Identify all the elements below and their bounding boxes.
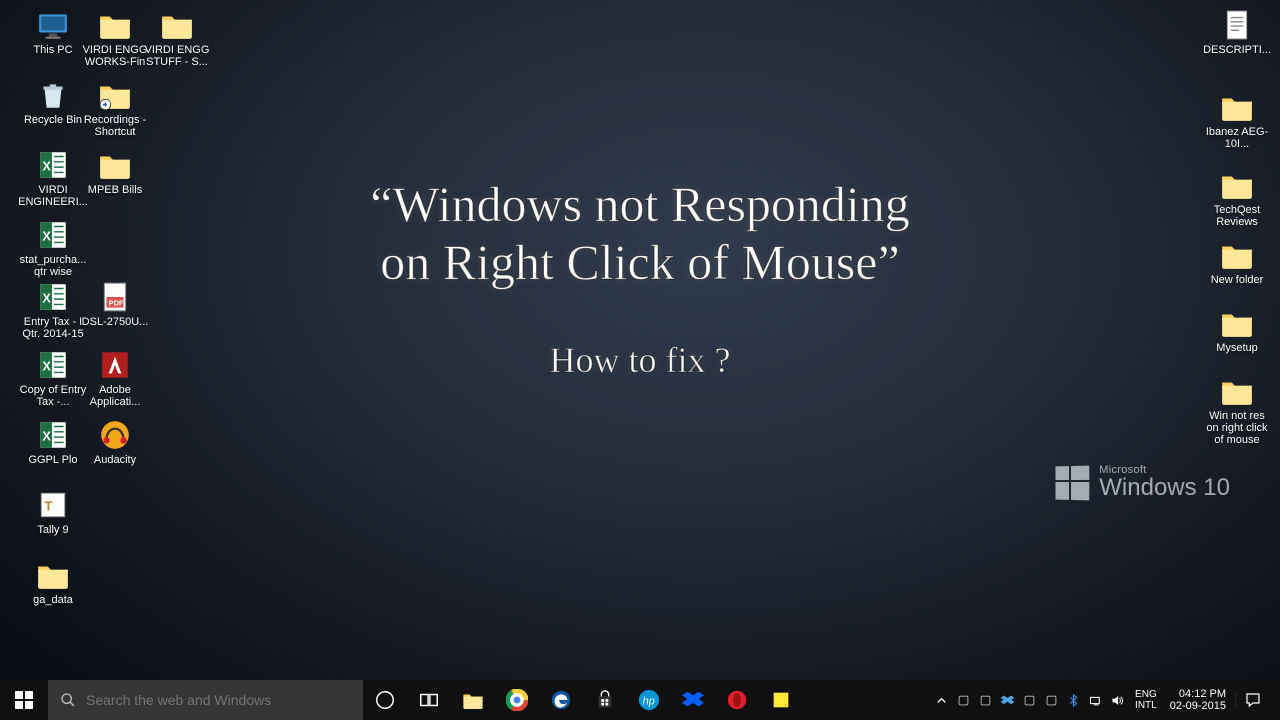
desktop-icon-label: VIRDI ENGG WORKS-Fin [80, 44, 150, 68]
svg-text:hp: hp [643, 696, 655, 708]
language-indicator[interactable]: ENGINTL [1131, 689, 1161, 711]
desktop-icon-ga-data[interactable]: ga_data [18, 558, 88, 606]
desktop-icon-techqest-reviews[interactable]: TechQest Reviews [1202, 168, 1272, 228]
desktop-icon-label: New folder [1202, 274, 1272, 286]
desktop-icon-label: Win not res on right click of mouse [1202, 410, 1272, 446]
desktop-icon-label: Recycle Bin [18, 114, 88, 126]
tray-app3[interactable] [1018, 680, 1040, 720]
desktop-icon-label: TechQest Reviews [1202, 204, 1272, 228]
desktop-icon-virdi-engg-stuff-s[interactable]: VIRDI ENGG STUFF - S... [142, 8, 212, 68]
desktop-icon-label: Tally 9 [18, 524, 88, 536]
folder-icon [1220, 90, 1254, 124]
desktop-icon-virdi-engineeri[interactable]: VIRDI ENGINEERI... [18, 148, 88, 208]
desktop-icon-adobe-applicati[interactable]: Adobe Applicati... [80, 348, 150, 408]
start-button[interactable] [0, 680, 48, 720]
desktop-icon-new-folder[interactable]: New folder [1202, 238, 1272, 286]
desktop-icon-label: ga_data [18, 594, 88, 606]
desktop-icon-ggpl-plo[interactable]: GGPL Plo [18, 418, 88, 466]
desktop-icon-virdi-engg-works-fin[interactable]: VIRDI ENGG WORKS-Fin [80, 8, 150, 68]
watermark-product: Windows 10 [1099, 476, 1230, 500]
desktop-icon-recordings-shortcut[interactable]: Recordings - Shortcut [80, 78, 150, 138]
excel-icon [36, 348, 70, 382]
action-center-button[interactable] [1235, 691, 1269, 709]
recycle-icon [36, 78, 70, 112]
taskbar-taskview-button[interactable] [407, 680, 451, 720]
desktop-icon-label: Entry Tax - I Qtr. 2014-15 [18, 316, 88, 340]
desktop-icon-tally9[interactable]: Tally 9 [18, 488, 88, 536]
desktop-icon-copy-entry-tax[interactable]: Copy of Entry Tax -... [18, 348, 88, 408]
excel-icon [36, 218, 70, 252]
desktop-icon-dsl-2750u[interactable]: DSL-2750U... [80, 280, 150, 328]
folder-icon [98, 148, 132, 182]
desktop-icon-label: Recordings - Shortcut [80, 114, 150, 138]
tray-app4[interactable] [1040, 680, 1062, 720]
search-input[interactable] [86, 692, 351, 708]
windows-logo-icon [1056, 465, 1090, 500]
search-box[interactable] [48, 680, 363, 720]
taskbar: hp ENGINTL 04:12 PM02-09-2015 [0, 680, 1280, 720]
text-icon [1220, 8, 1254, 42]
desktop-icon-label: DESCRIPTI... [1202, 44, 1272, 56]
folder-icon [36, 558, 70, 592]
tray-bt[interactable] [1062, 680, 1084, 720]
desktop-icon-label: Copy of Entry Tax -... [18, 384, 88, 408]
desktop-icon-label: Adobe Applicati... [80, 384, 150, 408]
desktop-icon-label: Mysetup [1202, 342, 1272, 354]
folder-icon [1220, 168, 1254, 202]
desktop-icon-mysetup[interactable]: Mysetup [1202, 306, 1272, 354]
desktop-icon-label: This PC [18, 44, 88, 56]
desktop-icon-this-pc[interactable]: This PC [18, 8, 88, 56]
system-tray: ENGINTL 04:12 PM02-09-2015 [930, 680, 1280, 720]
taskbar-explorer-button[interactable] [451, 680, 495, 720]
excel-icon [36, 280, 70, 314]
desktop-icon-label: MPEB Bills [80, 184, 150, 196]
excel-icon [36, 418, 70, 452]
desktop-icon-label: VIRDI ENGINEERI... [18, 184, 88, 208]
folder-icon [98, 8, 132, 42]
folder-icon [160, 8, 194, 42]
folder-shortcut-icon [98, 78, 132, 112]
desktop-icon-entry-tax[interactable]: Entry Tax - I Qtr. 2014-15 [18, 280, 88, 340]
tally-icon [36, 488, 70, 522]
desktop-icon-label: GGPL Plo [18, 454, 88, 466]
desktop[interactable]: This PCVIRDI ENGG WORKS-FinVIRDI ENGG ST… [0, 0, 1280, 680]
clock[interactable]: 04:12 PM02-09-2015 [1164, 688, 1232, 712]
excel-icon [36, 148, 70, 182]
tray-app2[interactable] [974, 680, 996, 720]
desktop-icon-label: VIRDI ENGG STUFF - S... [142, 44, 212, 68]
pc-icon [36, 8, 70, 42]
desktop-icon-ibanez[interactable]: Ibanez AEG-10I... [1202, 90, 1272, 150]
desktop-icon-audacity[interactable]: Audacity [80, 418, 150, 466]
desktop-icon-recycle-bin[interactable]: Recycle Bin [18, 78, 88, 126]
desktop-icon-label: Audacity [80, 454, 150, 466]
folder-icon [1220, 374, 1254, 408]
desktop-icon-stat-purcha[interactable]: stat_purcha... qtr wise [18, 218, 88, 278]
taskbar-notes-button[interactable] [759, 680, 803, 720]
tray-dropbox[interactable] [996, 680, 1018, 720]
folder-icon [1220, 238, 1254, 272]
desktop-icon-win-not-res[interactable]: Win not res on right click of mouse [1202, 374, 1272, 446]
desktop-icon-label: DSL-2750U... [80, 316, 150, 328]
taskbar-chrome-button[interactable] [495, 680, 539, 720]
tray-net[interactable] [1084, 680, 1106, 720]
audacity-icon [98, 418, 132, 452]
desktop-icon-descripti[interactable]: DESCRIPTI... [1202, 8, 1272, 56]
taskbar-hp-button[interactable]: hp [627, 680, 671, 720]
taskbar-edge-button[interactable] [539, 680, 583, 720]
taskbar-opera-button[interactable] [715, 680, 759, 720]
adobe-icon [98, 348, 132, 382]
desktop-icon-label: stat_purcha... qtr wise [18, 254, 88, 278]
tray-app1[interactable] [952, 680, 974, 720]
desktop-icon-label: Ibanez AEG-10I... [1202, 126, 1272, 150]
cortana-mic-button[interactable] [363, 680, 407, 720]
windows10-watermark: Microsoft Windows 10 [1055, 465, 1230, 500]
taskbar-dropbox-button[interactable] [671, 680, 715, 720]
desktop-icon-mpeb-bills[interactable]: MPEB Bills [80, 148, 150, 196]
tray-vol[interactable] [1106, 680, 1128, 720]
tray-up[interactable] [930, 680, 952, 720]
taskbar-store-button[interactable] [583, 680, 627, 720]
pdf-icon [98, 280, 132, 314]
folder-icon [1220, 306, 1254, 340]
search-icon [60, 692, 76, 708]
